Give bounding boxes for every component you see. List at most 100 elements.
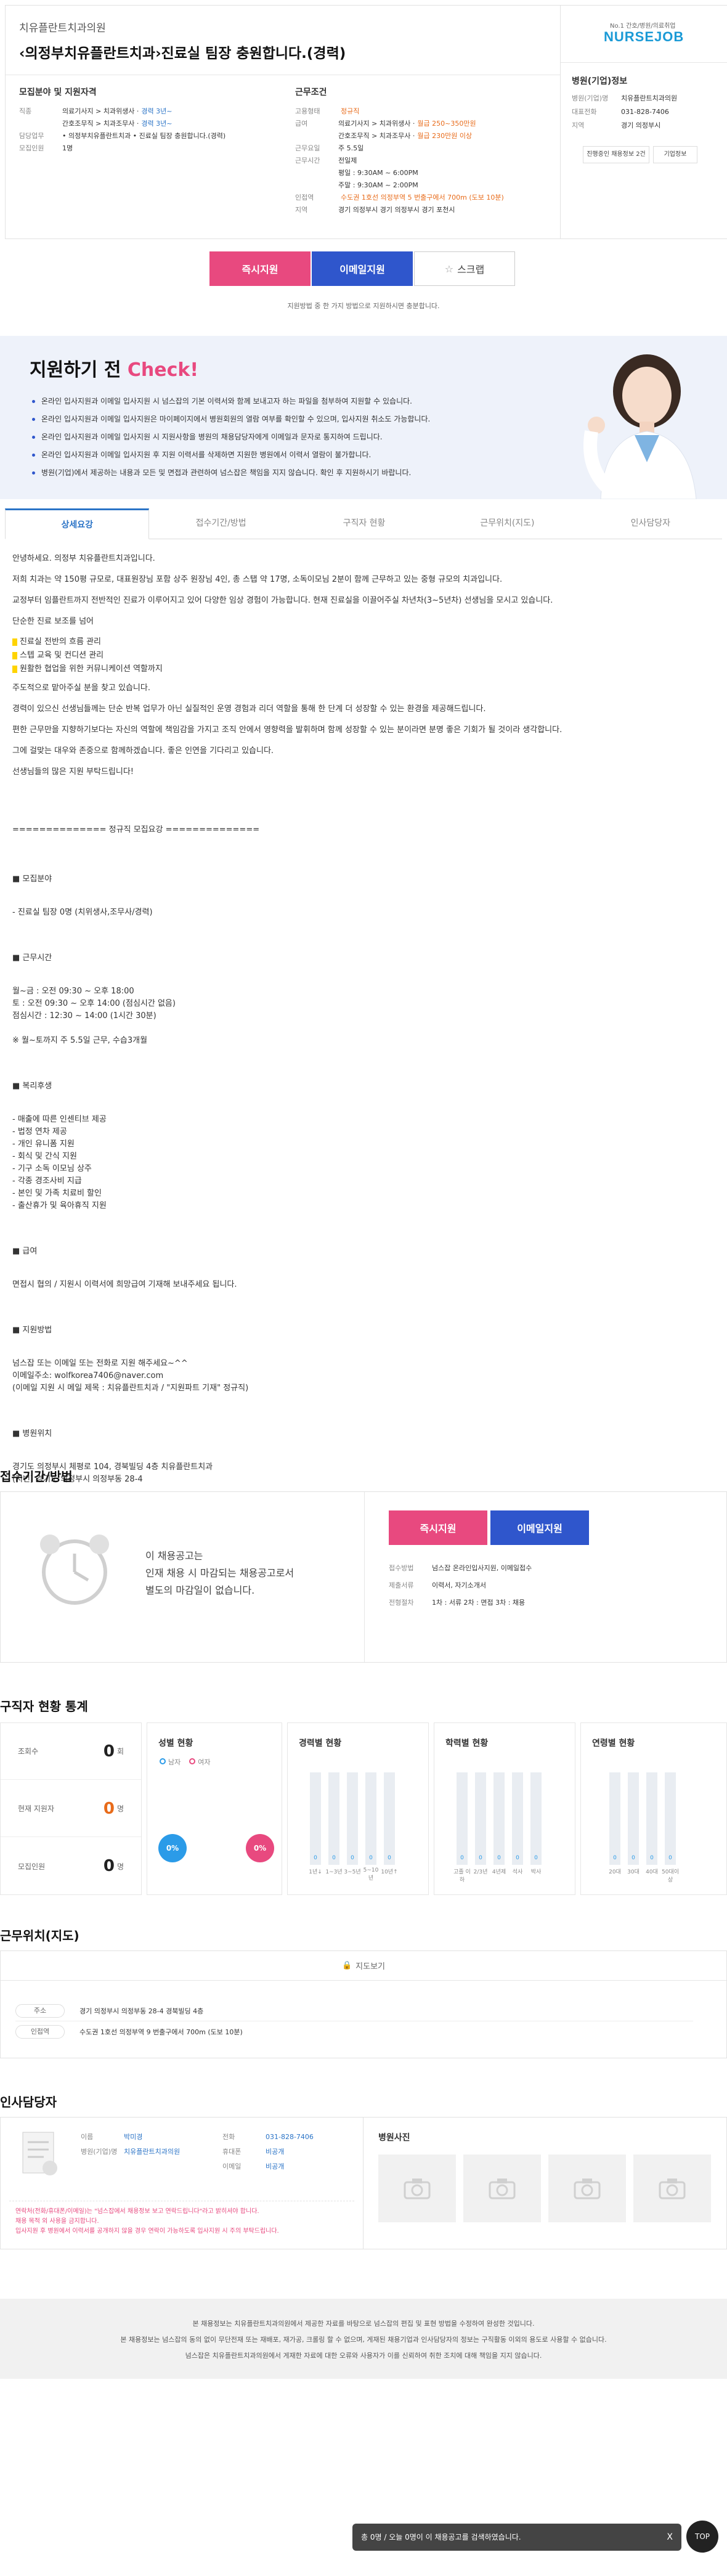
career-bar-col: 0 10년↑ <box>380 1772 399 1881</box>
bullet <box>32 454 35 457</box>
manager-warning-line: 입사지원 후 병원에서 이력서를 공개하지 않을 경우 연락이 가능하도록 입사… <box>15 2228 279 2235</box>
map-view-button[interactable]: 🔒 지도보기 <box>1 1951 726 1981</box>
highlight-mark <box>12 665 17 673</box>
toast-close-button[interactable]: X <box>667 2524 673 2551</box>
period-row-value: 1차 : 서류 2차 : 면접 3차 : 채용 <box>432 1599 526 1607</box>
period-message-line: 인재 채용 시 마감되는 채용공고로서 <box>145 1567 294 1579</box>
highlight-text: 스텝 교육 및 컨디션 관리 <box>20 651 104 660</box>
male-legend: 남자 <box>160 1757 181 1767</box>
tab-1[interactable]: 접수기간/방법 <box>149 508 293 539</box>
female-legend: 여자 <box>189 1757 211 1767</box>
job-header-card: 치유플란트치과의원 ‹의정부치유플란트치과›진료실 팀장 충원합니다.(경력) … <box>5 5 727 239</box>
conditions-row: 주말 : 9:30AM ~ 2:00PM <box>295 179 554 192</box>
tab-4[interactable]: 인사담당자 <box>579 508 723 539</box>
qualification-row: 모집인원 1명 <box>19 142 278 155</box>
hospital-panel: No.1 간호/병원/의료취업 NURSEJOB 병원(기업)정보 병원(기업)… <box>560 6 727 238</box>
qualification-value: 의료기사지 > 치과위생사 · <box>62 107 139 115</box>
apply-now-label: 즉시지원 <box>242 264 278 275</box>
qualification-label: 모집인원 <box>19 144 44 152</box>
tab-2[interactable]: 구직자 현황 <box>292 508 436 539</box>
career-bar-label: 1년↓ <box>309 1869 322 1875</box>
top-button[interactable]: TOP <box>686 2521 718 2553</box>
check-item: 온라인 입사지원과 이메일 입사지원 시 넘스잡의 기본 이력서와 함께 보내고… <box>32 393 543 410</box>
qualification-content: 의료기사지 > 치과위생사 · 경력 3년~ <box>62 105 172 118</box>
edu-bar-value: 0 <box>479 1855 482 1861</box>
qualification-content: • 의정부치유플란트치과 • 진료실 팀장 충원합니다.(경력) <box>62 130 228 142</box>
detail-paragraph: 주도적으로 맡아주실 분을 찾고 있습니다. <box>12 683 150 693</box>
edu-bar-col: 0 고졸 이하 <box>453 1772 471 1883</box>
conditions-value: 간호조무직 > 치과조무사 · <box>338 132 415 140</box>
manager-row: 전화 031-828-7406 <box>222 2130 352 2145</box>
conditions-accent: 월급 230만원 이상 <box>417 132 473 140</box>
career-bar-row: 0 1년↓ 0 1~3년 0 3~5년 0 5~10년 0 10년↑ <box>306 1772 399 1881</box>
nursejob-logo[interactable]: NURSEJOB <box>604 29 684 45</box>
period-apply-button[interactable]: 즉시지원 <box>389 1510 487 1545</box>
age-bar-value: 0 <box>613 1855 617 1861</box>
location-value: 수도권 1호선 의정부역 9 번출구에서 700m (도보 10분) <box>79 2028 243 2036</box>
stat-count-unit: 명 <box>116 1862 124 1871</box>
period-email-label: 이메일지원 <box>517 1523 563 1535</box>
conditions-value: 전일제 <box>338 157 357 165</box>
conditions-heading: 근무조건 <box>295 88 327 97</box>
manager-label: 병원(기업)명 <box>81 2148 118 2156</box>
apply-note: 지원방법 중 한 가지 방법으로 지원하시면 충분합니다. <box>287 302 440 310</box>
bullet <box>32 471 35 475</box>
edu-bar-label: 석사 <box>512 1869 523 1875</box>
male-label: 남자 <box>168 1758 181 1766</box>
age-bar-col: 0 30대 <box>624 1772 643 1883</box>
check-title-text: 지원하기 전 <box>30 359 121 381</box>
stat-count-label: 조회수 <box>18 1747 39 1756</box>
tab-3[interactable]: 근무위치(지도) <box>436 508 579 539</box>
conditions-value: 주 5.5일 <box>338 144 364 152</box>
company-info-button[interactable]: 기업정보 <box>653 146 697 163</box>
edu-bar: 0 <box>493 1772 505 1865</box>
career-bar-value: 0 <box>369 1855 373 1861</box>
email-apply-button[interactable]: 이메일지원 <box>312 251 413 286</box>
career-bar-value: 0 <box>314 1855 317 1861</box>
hospital-photo-placeholder[interactable] <box>548 2154 626 2222</box>
qualification-heading: 모집분야 및 지원자격 <box>19 88 97 97</box>
manager-value: 치유플란트치과의원 <box>124 2148 181 2156</box>
apply-now-button[interactable]: 즉시지원 <box>209 251 311 286</box>
stat-count-row: 모집인원 0 명 <box>1 1838 141 1894</box>
detail-paragraph: ■ 복리후생 <box>12 1082 52 1091</box>
career-bar-col: 0 3~5년 <box>343 1772 362 1881</box>
detail-line: 이메일주소: wolfkorea7406@naver.com <box>12 1371 164 1380</box>
age-bar: 0 <box>628 1772 639 1865</box>
female-label: 여자 <box>198 1758 211 1766</box>
manager-label: 이름 <box>81 2133 94 2141</box>
tab-0[interactable]: 상세요강 <box>5 508 150 539</box>
hospital-photo-placeholder[interactable] <box>463 2154 541 2222</box>
age-bar-col: 0 20대 <box>606 1772 624 1883</box>
detail-line <box>12 1022 715 1035</box>
company-info-label: 기업정보 <box>664 151 687 158</box>
footer-line: 본 채용정보는 넘스잡의 동의 없이 무단전재 또는 재배포, 재가공, 크롤링… <box>120 2336 607 2344</box>
qualification-row: 담당업무 • 의정부치유플란트치과 • 진료실 팀장 충원합니다.(경력) <box>19 130 278 142</box>
career-bar-label: 3~5년 <box>344 1869 361 1875</box>
conditions-value: 경기 의정부시 경기 의정부시 경기 포천시 <box>338 206 455 214</box>
conditions-content: 정규직 <box>338 105 359 118</box>
check-item-text: 온라인 입사지원과 이메일 입사지원 시 지원사항을 병원의 채용담당자에게 이… <box>41 433 383 441</box>
career-bar-col: 0 1년↓ <box>306 1772 325 1881</box>
career-bar-value: 0 <box>388 1855 391 1861</box>
location-row: 주소 경기 의정부시 의정부동 28-4 경북빌딩 4층 <box>15 2000 693 2021</box>
manager-card: 이름 박미경 병원(기업)명 치유플란트치과의원 전화 031-828-7406 휴대폰 비… <box>0 2117 364 2249</box>
edu-bar-value: 0 <box>460 1855 464 1861</box>
hospital-info-label: 대표전화 <box>572 108 597 116</box>
conditions-label: 지역 <box>295 206 308 214</box>
open-jobs-button[interactable]: 진행중인 채용정보 2건 <box>583 146 649 163</box>
gender-title: 성별 현황 <box>158 1738 193 1748</box>
career-bar-value: 0 <box>332 1855 336 1861</box>
conditions-label <box>295 179 332 192</box>
career-bar-value: 0 <box>351 1855 354 1861</box>
period-email-button[interactable]: 이메일지원 <box>490 1510 589 1545</box>
hospital-photo-placeholder[interactable] <box>378 2154 456 2222</box>
company-name[interactable]: 치유플란트치과의원 <box>19 19 106 35</box>
stat-count-row: 조회수 0 회 <box>1 1723 141 1780</box>
conditions-content: 주 5.5일 <box>338 142 366 155</box>
scrap-button[interactable]: ☆ 스크랩 <box>414 251 515 286</box>
manager-row: 휴대폰 비공개 <box>222 2145 352 2159</box>
hospital-photo-placeholder[interactable] <box>633 2154 711 2222</box>
